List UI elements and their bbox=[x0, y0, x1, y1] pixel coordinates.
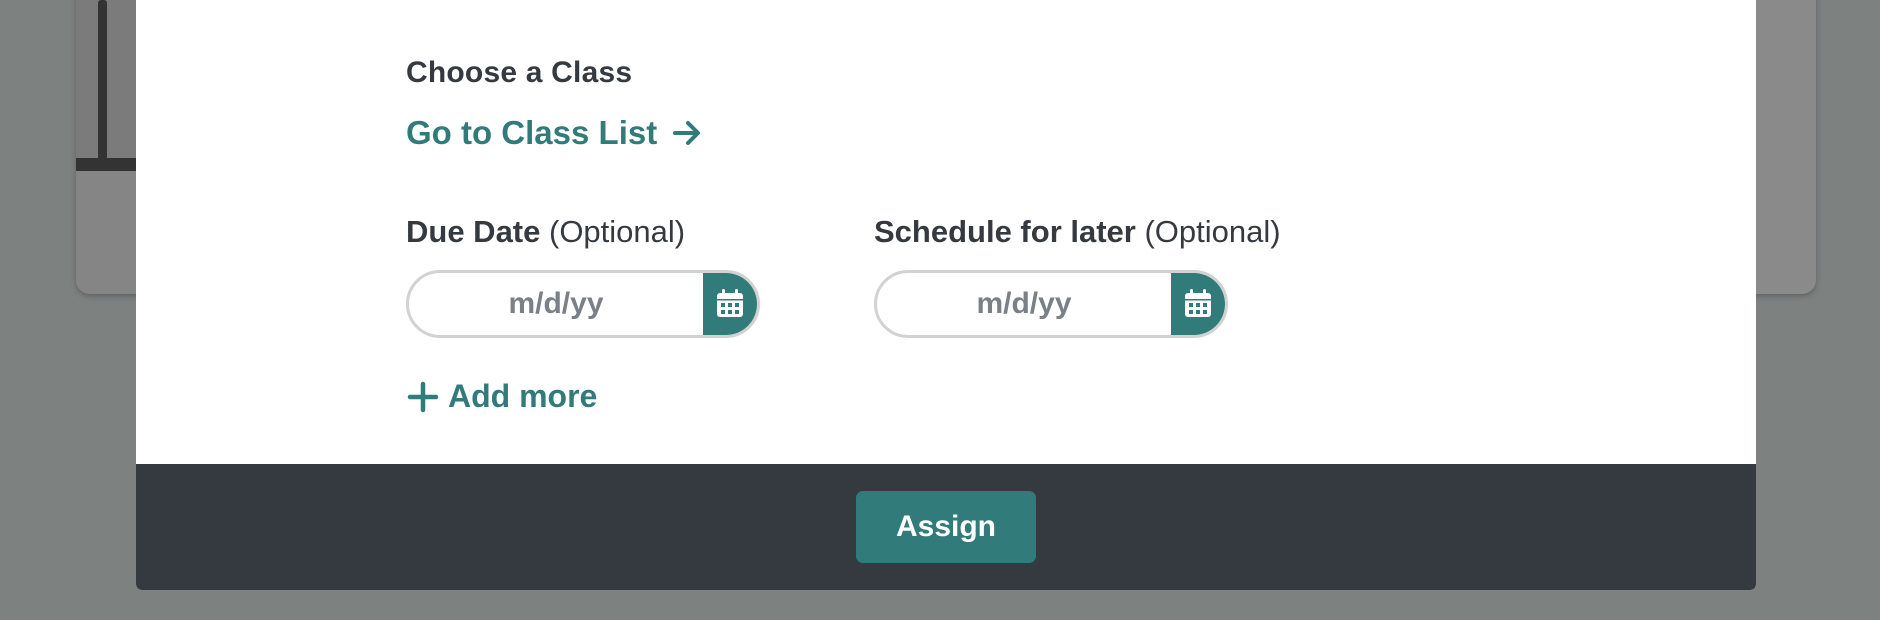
modal-body: Choose a Class Go to Class List Due Date… bbox=[136, 0, 1756, 464]
add-more-button[interactable]: Add more bbox=[406, 378, 597, 415]
schedule-later-calendar-button[interactable] bbox=[1171, 273, 1225, 335]
schedule-later-input[interactable] bbox=[877, 273, 1171, 335]
schedule-later-field: Schedule for later (Optional) bbox=[874, 214, 1281, 338]
schedule-later-label-text: Schedule for later bbox=[874, 214, 1136, 249]
due-date-input[interactable] bbox=[409, 273, 703, 335]
calendar-icon bbox=[717, 289, 743, 317]
choose-class-title: Choose a Class bbox=[406, 56, 633, 89]
due-date-label: Due Date (Optional) bbox=[406, 214, 760, 250]
due-date-calendar-button[interactable] bbox=[703, 273, 757, 335]
schedule-later-label: Schedule for later (Optional) bbox=[874, 214, 1281, 250]
modal-footer: Assign bbox=[136, 464, 1756, 590]
background-image-lower bbox=[76, 171, 136, 294]
background-image-bar-vertical bbox=[98, 0, 107, 160]
due-date-label-text: Due Date bbox=[406, 214, 541, 249]
go-to-class-list-label: Go to Class List bbox=[406, 114, 658, 151]
schedule-later-optional: (Optional) bbox=[1144, 214, 1281, 249]
assign-modal: Choose a Class Go to Class List Due Date… bbox=[136, 0, 1756, 590]
calendar-icon bbox=[1185, 289, 1211, 317]
arrow-right-icon bbox=[673, 121, 701, 145]
background-card-image bbox=[76, 0, 136, 294]
due-date-optional: (Optional) bbox=[549, 214, 686, 249]
due-date-picker bbox=[406, 270, 760, 338]
plus-icon bbox=[407, 381, 439, 412]
assign-button[interactable]: Assign bbox=[856, 491, 1036, 563]
go-to-class-list-link[interactable]: Go to Class List bbox=[406, 114, 703, 152]
schedule-later-picker bbox=[874, 270, 1228, 338]
add-more-label: Add more bbox=[448, 378, 598, 414]
due-date-field: Due Date (Optional) bbox=[406, 214, 760, 338]
background-image-bar-horizontal bbox=[76, 158, 136, 171]
